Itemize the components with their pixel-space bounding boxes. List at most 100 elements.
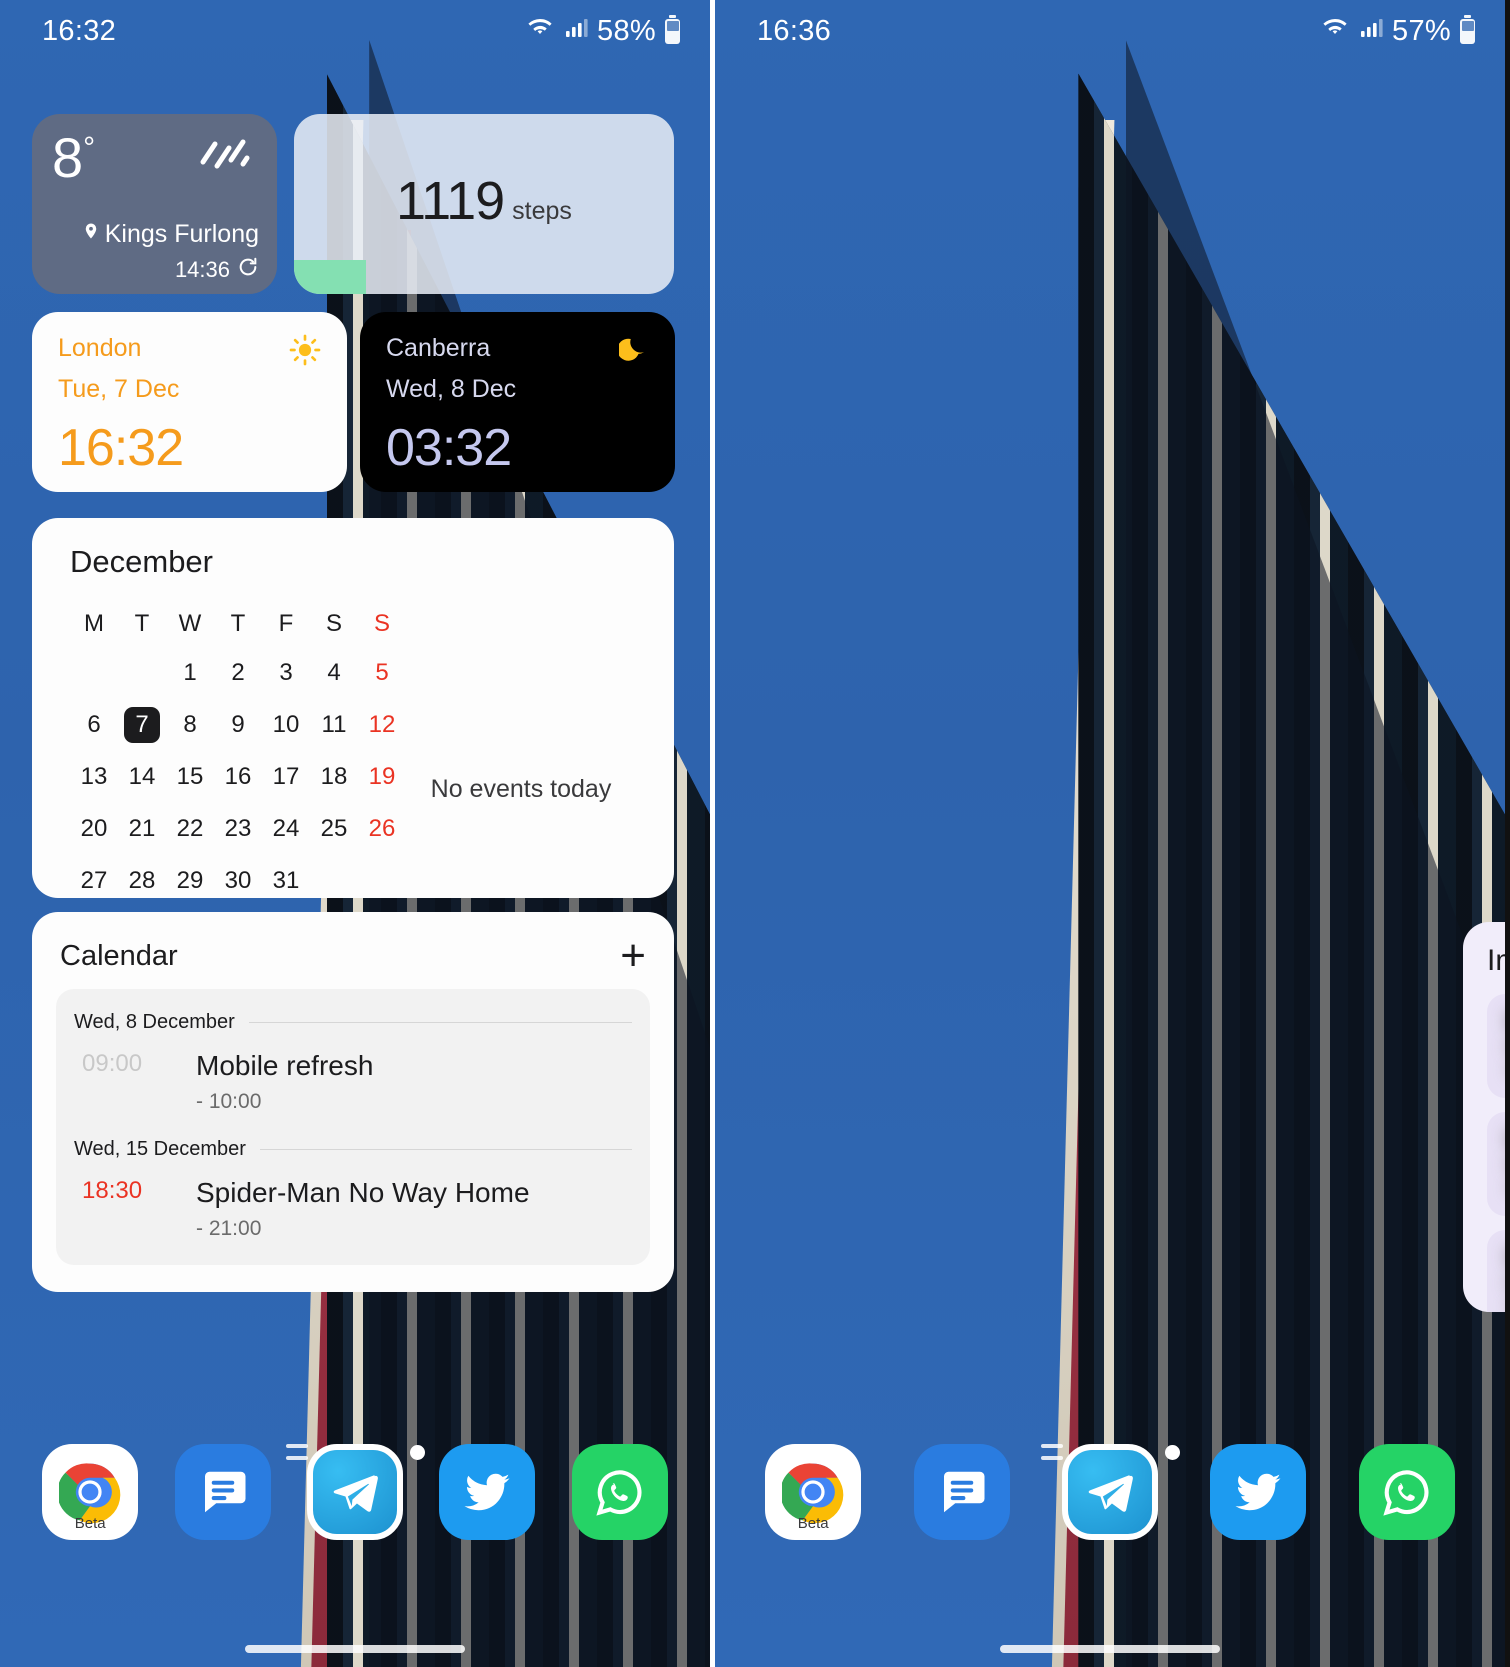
agenda-day-header: Wed, 8 December [74,1011,632,1034]
agenda-event-title: Mobile refresh [196,1050,374,1081]
rain-icon [193,130,257,183]
calendar-day-cell[interactable]: 11 [310,700,358,750]
agenda-divider [248,1022,632,1023]
navigation-bar-handle[interactable] [1000,1645,1220,1653]
world-clock-london[interactable]: London Tue, 7 Dec 16:32 [32,312,347,492]
agenda-event-start: 09:00 [82,1050,143,1077]
signal-icon [564,15,588,48]
dock-app-chrome[interactable]: Beta [765,1444,862,1540]
dock-app-telegram[interactable] [1061,1444,1158,1540]
steps-unit: steps [512,196,572,225]
calendar-day-cell[interactable]: 19 [358,752,406,802]
calendar-weekday-header: T [230,610,246,637]
dock-app-twitter[interactable] [439,1444,536,1540]
steps-count: 1119 [396,170,505,231]
screenshot-pair: 16:32 58% 8 ° Kings Furlong 14:36 1119 st… [0,0,1510,1667]
dock-app-whatsapp[interactable] [1358,1444,1455,1540]
agenda-divider [259,1149,632,1150]
calendar-grid[interactable]: M T W T F S S 1 2 3 4 5 6 7 8 9 10 11 12 13 14 15 16 17 18 19 20 21… [70,602,406,906]
agenda-title: Calendar [60,940,178,972]
agenda-event-title: Spider-Man No Way Home [196,1177,530,1208]
calendar-day-cell[interactable]: 25 [310,804,358,854]
dock[interactable]: Beta [0,1437,710,1547]
calendar-day-cell[interactable]: 26 [358,804,406,854]
month-calendar-widget[interactable]: December M T W T F S S 1 2 3 4 5 6 7 8 9 10 11 12 13 14 15 16 1… [32,518,674,898]
plus-icon[interactable]: + [620,934,646,978]
gmail-message-row[interactable]: 13:15 [1487,1112,1505,1216]
calendar-day-cell[interactable]: 28 [118,856,166,906]
gmail-message-row[interactable]: 6 Dec [1487,1230,1505,1312]
home-screen-left: 16:32 58% 8 ° Kings Furlong 14:36 1119 st… [0,0,710,1667]
calendar-day-cell[interactable]: 4 [310,648,358,698]
calendar-day-cell[interactable]: 10 [262,700,310,750]
dock-app-messages[interactable] [174,1444,271,1540]
status-bar: 16:36 57% [715,0,1505,62]
degree-sign: ° [83,131,96,165]
status-bar: 16:32 58% [0,0,710,62]
dock-app-twitter[interactable] [1210,1444,1307,1540]
calendar-day-cell[interactable]: 21 [118,804,166,854]
gmail-message-row[interactable]: 15:23 [1487,994,1505,1098]
calendar-day-cell[interactable]: 6 [70,700,118,750]
calendar-day-cell[interactable]: 9 [214,700,262,750]
calendar-empty-cell [310,856,358,906]
calendar-day-cell[interactable]: 24 [262,804,310,854]
dock[interactable]: Beta [715,1437,1505,1547]
calendar-day-cell[interactable]: 2 [214,648,262,698]
signal-icon [1359,15,1383,48]
agenda-event-end: - 10:00 [196,1090,262,1113]
steps-widget[interactable]: 1119 steps [294,114,674,294]
wifi-icon [525,14,555,48]
dock-app-whatsapp[interactable] [571,1444,668,1540]
dock-app-telegram[interactable] [306,1444,403,1540]
wifi-icon [1320,14,1350,48]
calendar-day-cell[interactable]: 8 [166,700,214,750]
calendar-day-cell[interactable]: 20 [70,804,118,854]
refresh-icon[interactable] [237,256,259,284]
navigation-bar-handle[interactable] [245,1645,465,1653]
no-events-label: No events today [430,774,612,803]
weather-widget[interactable]: 8° Kings Furlong 14:36 [32,114,277,294]
calendar-day-cell[interactable]: 29 [166,856,214,906]
wallpaper [715,0,1505,1667]
calendar-day-cell[interactable]: 27 [70,856,118,906]
calendar-day-cell[interactable]: 18 [310,752,358,802]
calendar-empty-cell [70,648,118,698]
calendar-day-cell[interactable]: 16 [214,752,262,802]
calendar-today-marker: 7 [124,707,160,743]
calendar-day-cell[interactable]: 13 [70,752,118,802]
agenda-list[interactable]: Wed, 8 December 09:00 Mobile refresh - 10:0… [56,989,650,1265]
dock-app-chrome[interactable]: Beta [42,1444,139,1540]
calendar-day-cell[interactable]: 12 [358,700,406,750]
home-screen-right: 16:36 57% I Beta [710,0,1505,1667]
calendar-day-cell[interactable]: 14 [118,752,166,802]
calendar-day-cell[interactable]: 3 [262,648,310,698]
calendar-day-cell[interactable]: 31 [262,856,310,906]
world-clock-canberra[interactable]: Canberra Wed, 8 Dec 03:32 [360,312,675,492]
calendar-day-cell[interactable]: 22 [166,804,214,854]
agenda-event[interactable]: 09:00 Mobile refresh - 10:00 [74,1038,632,1132]
agenda-event-start: 18:30 [82,1177,143,1204]
gmail-message-list[interactable]: 15:23 13:15 6 Dec [1487,994,1505,1312]
calendar-day-cell[interactable]: 1 [166,648,214,698]
dock-app-messages[interactable] [913,1444,1010,1540]
agenda-event[interactable]: 18:30 Spider-Man No Way Home - 21:00 [74,1165,632,1259]
battery-percent: 57% [1392,14,1451,47]
calendar-day-cell[interactable]: 30 [214,856,262,906]
sun-icon [289,334,321,373]
status-clock: 16:32 [42,14,117,47]
chrome-beta-label: Beta [797,1515,829,1532]
status-clock: 16:36 [757,14,832,47]
calendar-empty-cell [358,856,406,906]
calendar-day-cell[interactable]: 5 [358,648,406,698]
calendar-day-cell[interactable]: 15 [166,752,214,802]
clock-time: 03:32 [386,419,512,477]
calendar-weekday-header: S [325,610,342,637]
calendar-day-cell[interactable]: 7 [118,700,166,750]
moon-icon [617,334,649,371]
calendar-agenda-widget[interactable]: Calendar + Wed, 8 December 09:00 Mobile re… [32,912,674,1292]
gmail-widget[interactable]: Important 99+ 15:2313:156 Dec [1463,922,1505,1312]
clock-date: Wed, 8 Dec [386,375,517,403]
calendar-day-cell[interactable]: 23 [214,804,262,854]
calendar-day-cell[interactable]: 17 [262,752,310,802]
